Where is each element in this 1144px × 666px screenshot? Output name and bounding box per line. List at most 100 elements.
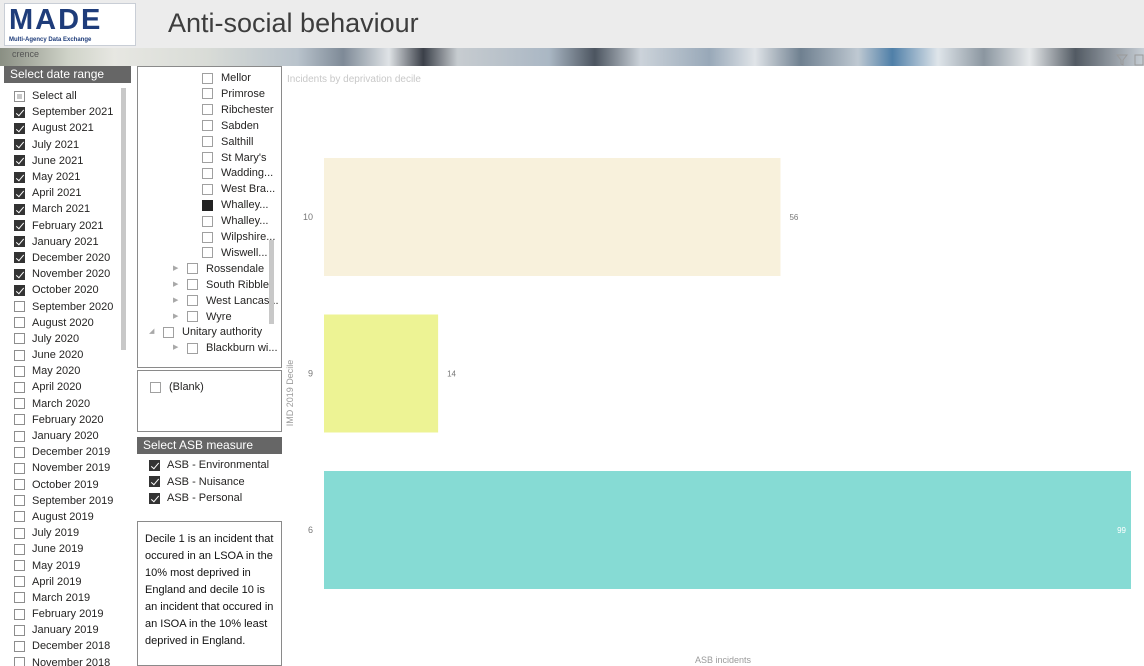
geography-option[interactable]: ▶ West Lancas... (173, 293, 279, 309)
date-option[interactable]: June 2020 (14, 347, 124, 363)
checkbox[interactable] (14, 365, 25, 377)
checkbox[interactable] (202, 152, 213, 163)
date-option[interactable]: July 2020 (14, 331, 124, 347)
focus-mode-icon[interactable] (1134, 54, 1144, 66)
checkbox[interactable] (14, 220, 25, 232)
checkbox[interactable] (14, 381, 25, 393)
filter-icon[interactable] (1116, 54, 1128, 66)
checkbox[interactable] (14, 333, 25, 345)
checkbox[interactable] (149, 459, 160, 471)
checkbox[interactable] (14, 171, 25, 183)
checkbox[interactable] (14, 317, 25, 329)
date-option[interactable]: November 2020 (14, 266, 124, 282)
date-option[interactable]: January 2021 (14, 234, 124, 250)
checkbox[interactable] (14, 90, 25, 102)
date-option[interactable]: November 2019 (14, 460, 124, 476)
checkbox[interactable] (14, 608, 25, 620)
geography-option[interactable]: Salthill (202, 134, 253, 150)
checkbox[interactable] (14, 511, 25, 523)
date-option[interactable]: June 2021 (14, 153, 124, 169)
checkbox[interactable] (14, 236, 25, 248)
checkbox[interactable] (187, 342, 198, 354)
checkbox[interactable] (14, 495, 25, 507)
geography-option[interactable]: ◢ Unitary authority (149, 324, 262, 340)
date-option[interactable]: September 2019 (14, 493, 124, 509)
checkbox[interactable] (202, 183, 213, 195)
checkbox[interactable] (202, 247, 213, 259)
geography-option[interactable]: Ribchester (202, 102, 274, 118)
date-option[interactable]: February 2019 (14, 606, 124, 622)
date-option[interactable]: January 2019 (14, 622, 124, 638)
expand-caret-icon[interactable]: ▶ (173, 261, 183, 277)
blank-option[interactable]: (Blank) (150, 379, 204, 395)
date-option[interactable]: January 2020 (14, 428, 124, 444)
date-option[interactable]: March 2019 (14, 590, 124, 606)
checkbox[interactable] (14, 576, 25, 588)
date-option[interactable]: April 2019 (14, 574, 124, 590)
geography-option[interactable]: ▶ Wyre (173, 309, 232, 325)
geography-option[interactable]: Whalley... (202, 213, 268, 229)
checkbox[interactable] (202, 104, 213, 116)
date-option[interactable]: May 2020 (14, 363, 124, 379)
geography-option[interactable]: West Bra... (202, 181, 275, 197)
checkbox[interactable] (14, 122, 25, 134)
date-option[interactable]: August 2019 (14, 509, 124, 525)
date-option[interactable]: July 2021 (14, 137, 124, 153)
date-option[interactable]: April 2020 (14, 379, 124, 395)
date-option[interactable]: February 2021 (14, 218, 124, 234)
checkbox[interactable] (14, 560, 25, 572)
checkbox[interactable] (187, 263, 198, 275)
checkbox[interactable] (14, 349, 25, 361)
asb-measure-option[interactable]: ASB - Nuisance (149, 474, 269, 491)
checkbox[interactable] (187, 279, 198, 291)
checkbox[interactable] (202, 136, 213, 148)
asb-measure-option[interactable]: ASB - Environmental (149, 457, 269, 474)
date-option[interactable]: August 2020 (14, 315, 124, 331)
checkbox[interactable] (14, 203, 25, 215)
checkbox[interactable] (14, 657, 25, 666)
checkbox[interactable] (14, 414, 25, 426)
checkbox[interactable] (14, 268, 25, 280)
checkbox[interactable] (202, 231, 213, 243)
checkbox[interactable] (14, 155, 25, 167)
checkbox[interactable] (202, 120, 213, 132)
date-option[interactable]: October 2020 (14, 282, 124, 298)
expand-caret-icon[interactable]: ▶ (173, 293, 183, 309)
checkbox[interactable] (149, 492, 160, 504)
checkbox[interactable] (14, 527, 25, 539)
date-option[interactable]: December 2020 (14, 250, 124, 266)
geography-option[interactable]: Primrose (202, 86, 265, 102)
checkbox[interactable] (14, 284, 25, 296)
blank-checkbox[interactable] (150, 381, 161, 393)
date-option[interactable]: September 2021 (14, 104, 124, 120)
geography-option[interactable]: Whalley... (202, 197, 268, 213)
date-option[interactable]: February 2020 (14, 412, 124, 428)
geography-scrollbar[interactable] (269, 240, 274, 324)
date-option[interactable]: April 2021 (14, 185, 124, 201)
checkbox[interactable] (14, 430, 25, 442)
checkbox[interactable] (187, 295, 198, 307)
expand-caret-icon[interactable]: ▶ (173, 309, 183, 325)
date-option[interactable]: March 2021 (14, 201, 124, 217)
geography-option[interactable]: Sabden (202, 118, 259, 134)
expand-caret-icon[interactable]: ▶ (173, 277, 183, 293)
checkbox[interactable] (202, 167, 213, 179)
date-option[interactable]: October 2019 (14, 477, 124, 493)
checkbox[interactable] (14, 301, 25, 313)
geography-option[interactable]: ▶ Blackburn wi... (173, 340, 278, 356)
checkbox[interactable] (14, 462, 25, 474)
collapse-caret-icon[interactable]: ◢ (149, 324, 159, 340)
geography-option[interactable]: Wadding... (202, 165, 273, 181)
date-option[interactable]: May 2021 (14, 169, 124, 185)
date-option[interactable]: Select all (14, 88, 124, 104)
checkbox[interactable] (14, 479, 25, 491)
geography-option[interactable]: St Mary's (202, 150, 267, 166)
checkbox[interactable] (14, 398, 25, 410)
checkbox[interactable] (14, 187, 25, 199)
checkbox[interactable] (14, 446, 25, 458)
checkbox[interactable] (14, 543, 25, 555)
checkbox[interactable] (14, 592, 25, 604)
geography-option[interactable]: Mellor (202, 70, 251, 86)
date-option[interactable]: July 2019 (14, 525, 124, 541)
expand-caret-icon[interactable]: ▶ (173, 340, 183, 356)
